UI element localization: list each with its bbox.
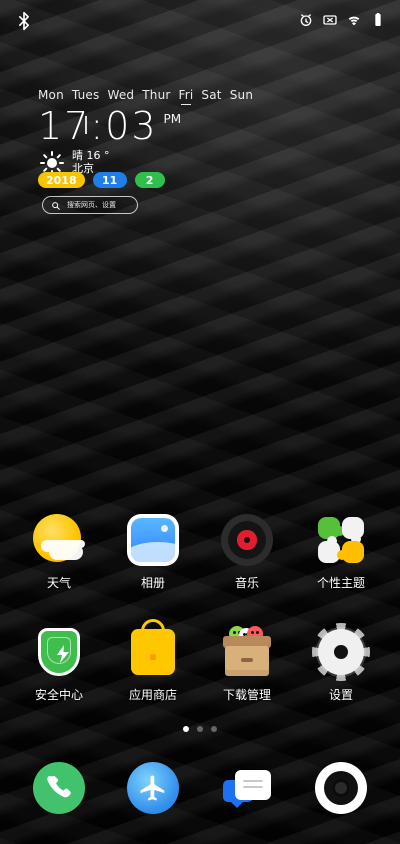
photos-image	[131, 518, 175, 562]
date-month: 11	[92, 172, 127, 188]
battery-icon	[370, 12, 386, 28]
gear-hole	[334, 645, 348, 659]
app-store[interactable]: 应用商店	[108, 619, 198, 703]
page-indicator[interactable]	[0, 726, 400, 732]
page-dot-active[interactable]	[183, 726, 189, 732]
messages-icon	[221, 762, 273, 814]
weather-cloud-shape	[49, 544, 83, 560]
downloads-icon	[221, 626, 273, 678]
box-shape	[223, 626, 271, 676]
app-label: 天气	[46, 576, 71, 590]
weekday-wed: Wed	[107, 88, 135, 102]
message-bubble-white	[235, 770, 271, 800]
clock-ampm: PM	[163, 112, 182, 126]
app-label: 音乐	[234, 576, 259, 590]
dock-browser[interactable]	[108, 762, 198, 814]
weekday-sun: Sun	[229, 88, 254, 102]
clock-time: 17:03	[38, 104, 158, 148]
weather-icon	[33, 514, 85, 566]
shield-shape	[38, 628, 80, 676]
puzzle-shape	[318, 517, 364, 563]
sim-off-icon	[322, 12, 338, 28]
browser-icon	[127, 762, 179, 814]
alarm-icon	[298, 12, 314, 28]
themes-icon	[315, 514, 367, 566]
music-icon	[221, 514, 273, 566]
clock-separator	[85, 116, 87, 134]
appstore-icon	[127, 619, 179, 678]
app-security[interactable]: 安全中心	[14, 626, 104, 703]
widget-search[interactable]: 搜索网页、设置	[42, 196, 138, 214]
puzzle-piece	[337, 541, 364, 563]
app-label: 设置	[328, 688, 353, 702]
app-photos[interactable]: 相册	[108, 514, 198, 591]
app-label: 安全中心	[34, 688, 83, 702]
bolt-icon	[57, 645, 69, 663]
status-icons	[298, 12, 386, 28]
dock-messages[interactable]	[202, 762, 292, 814]
airplane-icon	[140, 775, 165, 801]
weekday-mon: Mon	[38, 88, 64, 102]
gear-icon	[312, 623, 370, 681]
app-label: 个性主题	[316, 576, 365, 590]
dock-phone[interactable]	[14, 762, 104, 814]
weekday-sat: Sat	[201, 88, 222, 102]
date-day: 2	[134, 172, 165, 188]
app-themes[interactable]: 个性主题	[296, 514, 386, 591]
app-downloads[interactable]: 下载管理	[202, 626, 292, 703]
photos-icon	[127, 514, 179, 566]
camera-icon	[315, 762, 367, 814]
wifi-icon	[346, 12, 362, 28]
page-dot[interactable]	[211, 726, 217, 732]
weather-condition: 晴	[72, 149, 83, 162]
clock[interactable]: 17:03 PM	[38, 106, 181, 150]
app-label: 相册	[140, 576, 165, 590]
app-label: 应用商店	[128, 688, 177, 702]
status-bar	[0, 0, 400, 40]
security-icon	[33, 626, 85, 678]
weekday-fri: Fri	[178, 88, 194, 105]
puzzle-piece	[342, 517, 364, 544]
phone-handset-icon	[47, 775, 71, 798]
search-icon	[51, 196, 61, 215]
shopping-bag-shape	[131, 619, 175, 675]
widget-search-text: 搜索网页、设置	[67, 201, 116, 209]
box-handle	[241, 658, 253, 662]
clock-weather-widget[interactable]: Mon Tues Wed Thur Fri Sat Sun 17:03 PM 晴…	[38, 88, 278, 228]
app-label: 下载管理	[222, 688, 271, 702]
music-dot	[244, 537, 250, 543]
date-pills: 2018 11 2	[38, 172, 165, 188]
weekday-thu: Thur	[142, 88, 171, 102]
camera-lens	[324, 771, 358, 805]
weather-line-1: 晴 16 °	[72, 150, 110, 162]
app-settings[interactable]: 设置	[296, 623, 386, 703]
page-dot[interactable]	[197, 726, 203, 732]
weekday-tue: Tues	[71, 88, 100, 102]
app-weather[interactable]: 天气	[14, 514, 104, 591]
dock	[0, 762, 400, 832]
messages-bubbles	[221, 762, 273, 814]
date-year: 2018	[38, 172, 85, 188]
dock-camera[interactable]	[296, 762, 386, 814]
settings-icon	[312, 623, 370, 681]
bluetooth-icon	[14, 11, 34, 31]
weather-temp: 16 °	[86, 149, 110, 162]
app-music[interactable]: 音乐	[202, 514, 292, 591]
sun-icon	[40, 150, 64, 175]
phone-icon	[33, 762, 85, 814]
bag-tag	[150, 654, 156, 660]
weekday-row: Mon Tues Wed Thur Fri Sat Sun	[38, 88, 278, 105]
